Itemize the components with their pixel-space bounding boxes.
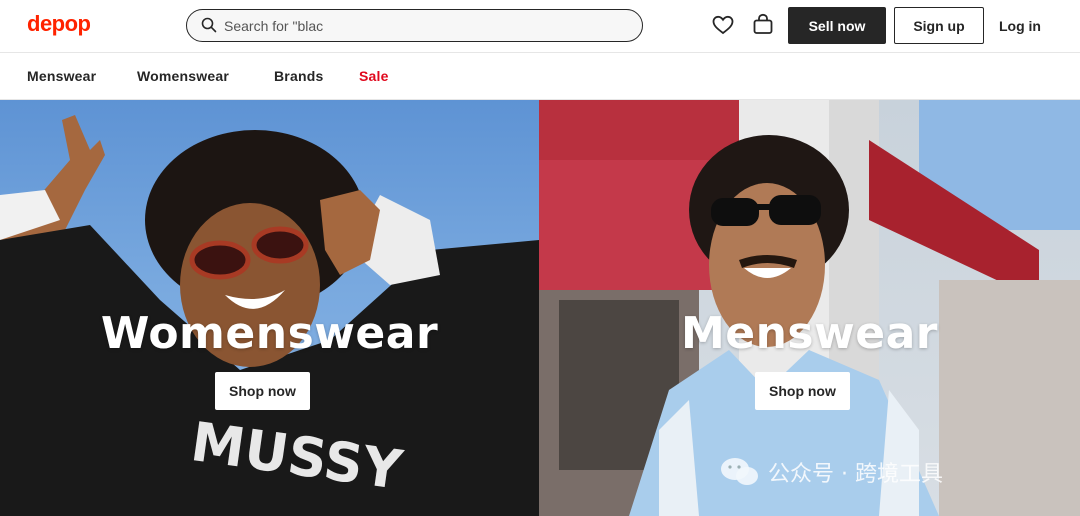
heart-icon[interactable] [712, 15, 734, 35]
nav-item-menswear[interactable]: Menswear [27, 68, 96, 84]
sell-now-button[interactable]: Sell now [788, 7, 886, 44]
top-header: depop Sell now Sign up Log in [0, 0, 1080, 53]
menswear-hero[interactable]: Menswear Shop now [539, 100, 1080, 516]
womenswear-shop-now-button[interactable]: Shop now [215, 372, 310, 410]
nav-item-sale[interactable]: Sale [359, 68, 389, 84]
wechat-watermark: 公众号 · 跨境工具 [720, 456, 943, 488]
search-input[interactable] [222, 15, 626, 37]
sign-up-button[interactable]: Sign up [894, 7, 984, 44]
womenswear-hero[interactable]: MUSSY Womenswear Shop now [0, 100, 539, 516]
search-bar[interactable] [186, 9, 643, 42]
watermark-text: 公众号 · 跨境工具 [768, 462, 943, 487]
log-in-button[interactable]: Log in [992, 7, 1048, 44]
shopping-bag-icon[interactable] [752, 13, 774, 35]
category-nav: Menswear Womenswear Brands Sale [0, 53, 1080, 100]
womenswear-title: Womenswear [100, 308, 439, 359]
depop-logo[interactable]: depop [27, 11, 91, 37]
nav-item-brands[interactable]: Brands [274, 68, 323, 84]
menswear-shop-now-button[interactable]: Shop now [755, 372, 850, 410]
wechat-icon [721, 458, 758, 485]
nav-item-womenswear[interactable]: Womenswear [137, 68, 229, 84]
search-icon [201, 17, 217, 33]
menswear-title: Menswear [680, 308, 939, 359]
